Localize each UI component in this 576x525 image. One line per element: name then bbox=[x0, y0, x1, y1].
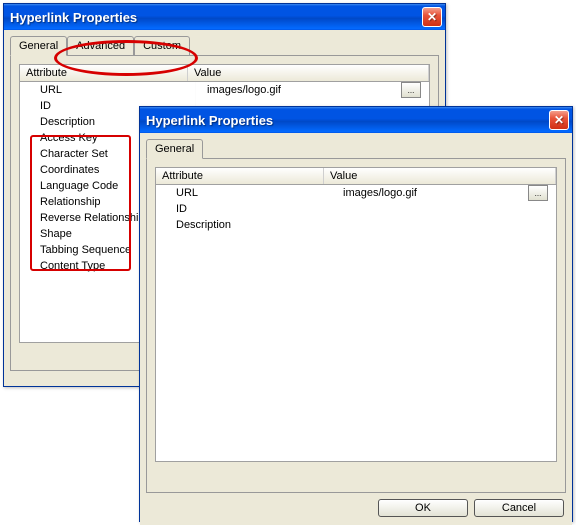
col-value[interactable]: Value bbox=[324, 168, 556, 184]
tab-advanced[interactable]: Advanced bbox=[67, 36, 134, 55]
cell-value[interactable]: images/logo.gif... bbox=[201, 82, 429, 99]
table-row[interactable]: ID bbox=[156, 201, 556, 217]
tab-general[interactable]: General bbox=[10, 36, 67, 56]
attribute-grid: Attribute Value URLimages/logo.gif...ID D… bbox=[155, 167, 557, 462]
tabstrip: General bbox=[146, 139, 566, 158]
hyperlink-properties-window-front: Hyperlink Properties ✕ General Attribute… bbox=[139, 106, 573, 522]
cell-attribute: URL bbox=[20, 83, 201, 97]
col-attribute[interactable]: Attribute bbox=[20, 65, 188, 81]
cell-value[interactable] bbox=[337, 224, 556, 226]
browse-button[interactable]: ... bbox=[401, 82, 421, 98]
close-icon: ✕ bbox=[427, 10, 437, 24]
table-row[interactable]: Description bbox=[156, 217, 556, 233]
cell-value[interactable] bbox=[337, 208, 556, 210]
grid-body: URLimages/logo.gif...ID Description bbox=[156, 185, 556, 461]
cell-attribute: ID bbox=[156, 202, 337, 216]
cancel-button[interactable]: Cancel bbox=[474, 499, 564, 517]
close-button[interactable]: ✕ bbox=[549, 110, 569, 130]
titlebar[interactable]: Hyperlink Properties ✕ bbox=[4, 4, 445, 30]
cell-attribute: Description bbox=[156, 218, 337, 232]
tab-panel: Attribute Value URLimages/logo.gif...ID D… bbox=[146, 158, 566, 493]
table-row[interactable]: URLimages/logo.gif... bbox=[156, 185, 556, 201]
table-row[interactable]: URLimages/logo.gif... bbox=[20, 82, 429, 98]
grid-header: Attribute Value bbox=[156, 168, 556, 185]
ok-button[interactable]: OK bbox=[378, 499, 468, 517]
tabstrip: General Advanced Custom bbox=[10, 36, 439, 55]
col-value[interactable]: Value bbox=[188, 65, 429, 81]
close-icon: ✕ bbox=[554, 113, 564, 127]
close-button[interactable]: ✕ bbox=[422, 7, 442, 27]
grid-header: Attribute Value bbox=[20, 65, 429, 82]
dialog-buttons: OK Cancel bbox=[146, 493, 566, 519]
col-attribute[interactable]: Attribute bbox=[156, 168, 324, 184]
window-title: Hyperlink Properties bbox=[146, 113, 549, 128]
cell-attribute: URL bbox=[156, 186, 337, 200]
cell-value[interactable]: images/logo.gif... bbox=[337, 185, 556, 202]
titlebar[interactable]: Hyperlink Properties ✕ bbox=[140, 107, 572, 133]
window-title: Hyperlink Properties bbox=[10, 10, 422, 25]
tab-custom[interactable]: Custom bbox=[134, 36, 190, 55]
client-area: General Attribute Value URLimages/logo.g… bbox=[140, 133, 572, 525]
browse-button[interactable]: ... bbox=[528, 185, 548, 201]
tab-general[interactable]: General bbox=[146, 139, 203, 159]
